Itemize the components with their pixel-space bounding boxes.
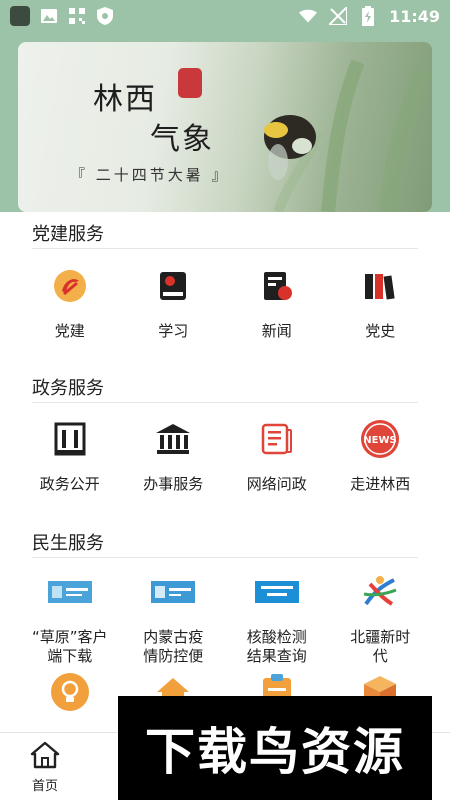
watermark: 下载鸟资源 [118,696,432,800]
banner[interactable]: 林西 气象 『 二十四节大暑 』 [18,42,432,212]
service-label: 党建 [54,322,85,340]
service-grassland-app[interactable]: “草原”客户端下载 [18,570,122,666]
app-icon [10,6,30,26]
service-label: 网络问政 [246,475,307,493]
service-about-linxi[interactable]: NEWS 走进林西 [329,417,433,494]
banner-thumb-icon [254,570,299,614]
document-icon [255,417,299,461]
news-icon [255,264,299,308]
government-icon [151,417,195,461]
clock: 11:49 [389,6,440,26]
section-title-livelihood: 民生服务 [32,533,104,554]
status-bar: 11:49 [0,0,450,32]
image-icon [40,7,58,25]
banner-title-line2: 气象 [150,122,214,157]
party-services-grid: 党建 学习 新闻 党史 [18,264,432,341]
service-label: 新闻 [261,322,292,340]
banner-subtitle: 『 二十四节大暑 』 [70,166,230,184]
service-party-building[interactable]: 党建 [18,264,122,341]
shield-icon [96,7,114,25]
service-label: 学习 [158,322,189,340]
government-services-grid: 政务公开 办事服务 网络问政 NEWS 走进林西 [18,417,432,494]
banner-thumb-icon [47,570,92,614]
service-label: 办事服务 [143,475,204,493]
service-label: 党史 [365,322,396,340]
service-gov-disclosure[interactable]: 政务公开 [18,417,122,494]
svg-text:NEWS: NEWS [364,435,397,446]
logo-icon [358,570,402,614]
service-label: 政务公开 [39,475,100,493]
service-label: 核酸检测结果查询 [246,628,307,665]
livelihood-services-grid: “草原”客户端下载 内蒙古疫情防控便 核酸检测结果查询 北疆新时代 [18,570,432,666]
party-emblem-icon [48,264,92,308]
section-title-party: 党建服务 [32,224,104,245]
divider [32,557,418,558]
watermark-text: 下载鸟资源 [145,723,405,781]
history-books-icon [358,264,402,308]
section-title-government: 政务服务 [32,378,104,399]
banner-thumb-icon [151,570,196,614]
divider [32,402,418,403]
signal-off-icon [329,7,348,25]
service-nucleic-test[interactable]: 核酸检测结果查询 [225,570,329,666]
battery-charging-icon [359,6,377,26]
service-online-inquiry[interactable]: 网络问政 [225,417,329,494]
service-label: “草原”客户端下载 [31,628,108,665]
lightbulb-icon [48,670,92,714]
service-label: 北疆新时代 [350,628,411,665]
nav-home-label: 首页 [31,779,58,794]
service-panel: 党建服务 党建 学习 新闻 党史 政务服务 政务公开 办事服务 网络问政 NEW… [0,212,450,732]
service-news[interactable]: 新闻 [225,264,329,341]
wifi-icon [299,7,318,25]
service-epidemic-control[interactable]: 内蒙古疫情防控便 [122,570,226,666]
service-label: 内蒙古疫情防控便 [143,628,204,665]
building-icon [48,417,92,461]
service-affairs[interactable]: 办事服务 [122,417,226,494]
service-north-frontier[interactable]: 北疆新时代 [329,570,433,666]
qr-icon [68,7,86,25]
bee-flower-image [218,42,432,212]
service-party-history[interactable]: 党史 [329,264,433,341]
banner-title-line1: 林西 [93,82,157,117]
home-icon [30,741,60,769]
seal-stamp [178,68,202,98]
divider [32,248,418,249]
nav-home[interactable]: 首页 [24,741,66,794]
service-study[interactable]: 学习 [122,264,226,341]
book-icon [151,264,195,308]
service-row2-1[interactable] [18,670,122,714]
service-label: 走进林西 [350,475,411,493]
news-badge-icon: NEWS [358,417,402,461]
